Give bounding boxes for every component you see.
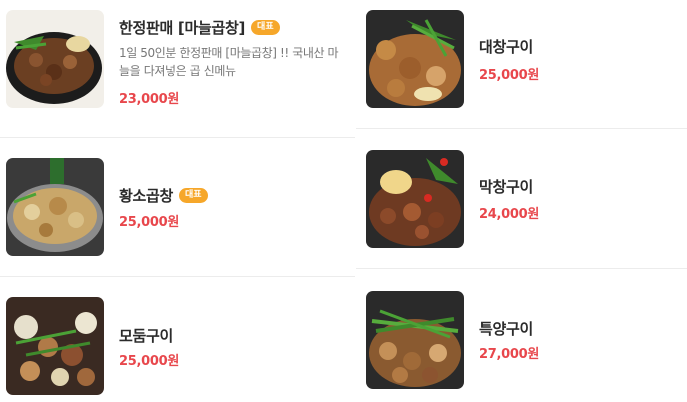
menu-item-name: 황소곱창 bbox=[119, 187, 174, 205]
menu-item-garlic-gopchang[interactable]: 한정판매 [마늘곱창] 대표 1일 50인분 한정판매 [마늘곱창] !! 국내… bbox=[0, 0, 355, 137]
food-photo bbox=[6, 158, 104, 256]
menu-item-price: 25,000원 bbox=[119, 215, 180, 230]
menu-item-modum[interactable]: 모둠구이 25,000원 bbox=[0, 277, 355, 402]
menu-item-description: 1일 50인분 한정판매 [마늘곱창] !! 국내산 마늘을 다져넣은 곱 신메… bbox=[119, 46, 339, 78]
signature-badge: 대표 bbox=[179, 188, 208, 203]
food-photo bbox=[6, 10, 104, 108]
menu-item-daechang[interactable]: 대창구이 25,000원 bbox=[356, 0, 687, 128]
food-photo bbox=[366, 10, 464, 108]
menu-item-name: 한정판매 [마늘곱창] bbox=[119, 19, 246, 37]
menu-item-price: 25,000원 bbox=[479, 68, 540, 83]
menu-item-price: 25,000원 bbox=[119, 354, 180, 369]
menu-item-hwangso-gopchang[interactable]: 황소곱창 대표 25,000원 bbox=[0, 138, 355, 276]
menu-item-price: 24,000원 bbox=[479, 207, 540, 222]
menu-item-teukyang[interactable]: 특양구이 27,000원 bbox=[356, 269, 687, 402]
menu-item-makchang[interactable]: 막창구이 24,000원 bbox=[356, 129, 687, 268]
menu-item-name: 대창구이 bbox=[479, 38, 534, 56]
menu-item-name: 특양구이 bbox=[479, 320, 534, 338]
menu-item-price: 23,000원 bbox=[119, 92, 180, 107]
food-photo bbox=[6, 297, 104, 395]
menu-item-price: 27,000원 bbox=[479, 347, 540, 362]
signature-badge: 대표 bbox=[251, 20, 280, 35]
food-photo bbox=[366, 150, 464, 248]
menu-item-name: 모둠구이 bbox=[119, 327, 174, 345]
menu-item-name: 막창구이 bbox=[479, 178, 534, 196]
food-photo bbox=[366, 291, 464, 389]
